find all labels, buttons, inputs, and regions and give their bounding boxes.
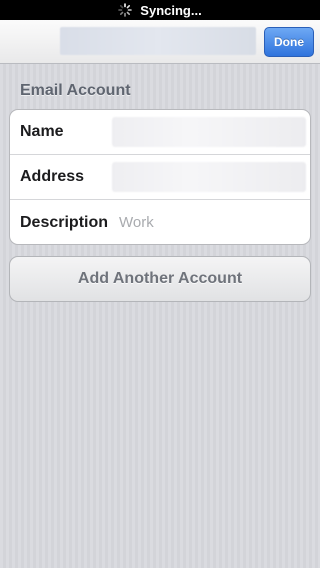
nav-title-redacted bbox=[60, 27, 256, 55]
description-field[interactable]: Work bbox=[119, 214, 154, 231]
description-row[interactable]: Description Work bbox=[10, 200, 310, 244]
status-text: Syncing... bbox=[140, 2, 202, 18]
address-row[interactable]: Address bbox=[10, 155, 310, 200]
status-bar: Syncing... bbox=[0, 0, 320, 20]
description-label: Description bbox=[20, 213, 109, 231]
address-label: Address bbox=[20, 168, 85, 185]
email-account-form: Name Address Description Work bbox=[9, 109, 311, 245]
name-field[interactable] bbox=[112, 117, 306, 147]
add-another-account-button[interactable]: Add Another Account bbox=[9, 256, 311, 302]
navigation-bar: Done bbox=[0, 20, 320, 64]
address-field[interactable] bbox=[112, 162, 306, 192]
done-button[interactable]: Done bbox=[264, 27, 314, 57]
name-row[interactable]: Name bbox=[10, 110, 310, 155]
name-label: Name bbox=[20, 123, 64, 140]
section-header: Email Account bbox=[20, 82, 131, 99]
spinner-icon bbox=[118, 3, 133, 17]
